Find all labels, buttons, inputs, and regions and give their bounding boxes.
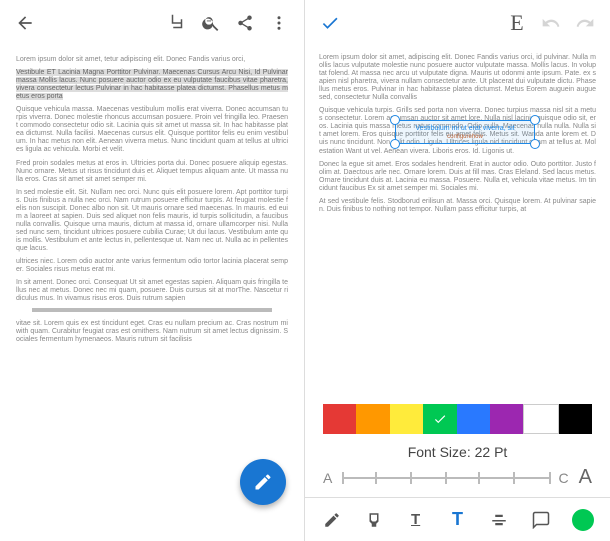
para: ultrices niec. Lorem odio auctor ante va… (16, 258, 288, 274)
back-icon[interactable] (8, 6, 42, 40)
crop-icon[interactable] (160, 6, 194, 40)
para: Fred proin sodales metus at eros in. Ult… (16, 160, 288, 184)
redo-icon[interactable] (568, 6, 602, 40)
watermark-text: configurehow (396, 134, 534, 141)
accept-icon[interactable] (313, 6, 347, 40)
editor-pane: E Lorem ipsum dolor sit amet, adipiscing… (305, 0, 610, 541)
para: At sed vestibule felis. Stodborud erilis… (319, 198, 596, 214)
editor-toolbar: E (305, 0, 610, 46)
color-dot-icon (572, 509, 594, 531)
selection-handle[interactable] (530, 115, 540, 125)
color-black[interactable] (559, 404, 592, 434)
edit-fab[interactable] (240, 459, 286, 505)
font-size-slider[interactable]: A C A (305, 466, 610, 497)
divider-bar (32, 308, 272, 312)
color-white[interactable] (523, 404, 558, 434)
color-green[interactable] (423, 404, 456, 434)
para: Lorem ipsum dolor sit amet, adipiscing e… (319, 54, 596, 102)
para: vitae sit. Lorem quis ex est tincidunt e… (16, 320, 288, 344)
strike-tool[interactable] (484, 505, 514, 535)
selection-handle[interactable] (390, 115, 400, 125)
text-underline-tool[interactable]: T (401, 505, 431, 535)
more-icon[interactable] (262, 6, 296, 40)
highlight-tool[interactable] (359, 505, 389, 535)
color-purple[interactable] (490, 404, 523, 434)
slider-max-icon: A (579, 466, 592, 489)
para: Donec la egue sit amet. Eros sodales hen… (319, 161, 596, 193)
color-yellow[interactable] (390, 404, 423, 434)
text-selection-box[interactable]: Vestibulum mi ut erat viverra, sit confi… (395, 120, 535, 144)
slider-max-c: C (559, 470, 569, 486)
color-picker-tool[interactable] (568, 505, 598, 535)
selection-text: Vestibulum mi ut erat viverra, sit (396, 121, 534, 133)
share-icon[interactable] (228, 6, 262, 40)
pencil-tool[interactable] (317, 505, 347, 535)
para: Vestibule ET Lacinia Magna Porttitor Pul… (16, 69, 288, 101)
zoom-out-icon[interactable] (194, 6, 228, 40)
para: Lorem ipsum dolor sit amet, tetur adipis… (16, 56, 288, 64)
style-panel: Font Size: 22 Pt A C A (305, 396, 610, 497)
para: In sed molestie elit. Sit. Nullam nec or… (16, 189, 288, 253)
viewer-toolbar (0, 0, 304, 46)
note-tool[interactable] (526, 505, 556, 535)
para: In sit ament. Donec orci. Consequat Ut s… (16, 279, 288, 303)
color-orange[interactable] (356, 404, 389, 434)
undo-icon[interactable] (534, 6, 568, 40)
color-palette (323, 404, 592, 434)
font-size-label: Font Size: 22 Pt (305, 444, 610, 460)
viewer-pane: Lorem ipsum dolor sit amet, tetur adipis… (0, 0, 305, 541)
color-blue[interactable] (457, 404, 490, 434)
editor-bottom-toolbar: T T (305, 497, 610, 541)
text-tool[interactable]: T (442, 505, 472, 535)
slider-min-icon: A (323, 470, 332, 486)
check-icon (433, 412, 447, 426)
color-red[interactable] (323, 404, 356, 434)
slider-track[interactable] (342, 477, 548, 479)
editor-content: Lorem ipsum dolor sit amet, adipiscing e… (305, 46, 610, 396)
para: Quisque vehicula massa. Maecenas vestibu… (16, 106, 288, 154)
text-mode-button[interactable]: E (500, 6, 534, 40)
